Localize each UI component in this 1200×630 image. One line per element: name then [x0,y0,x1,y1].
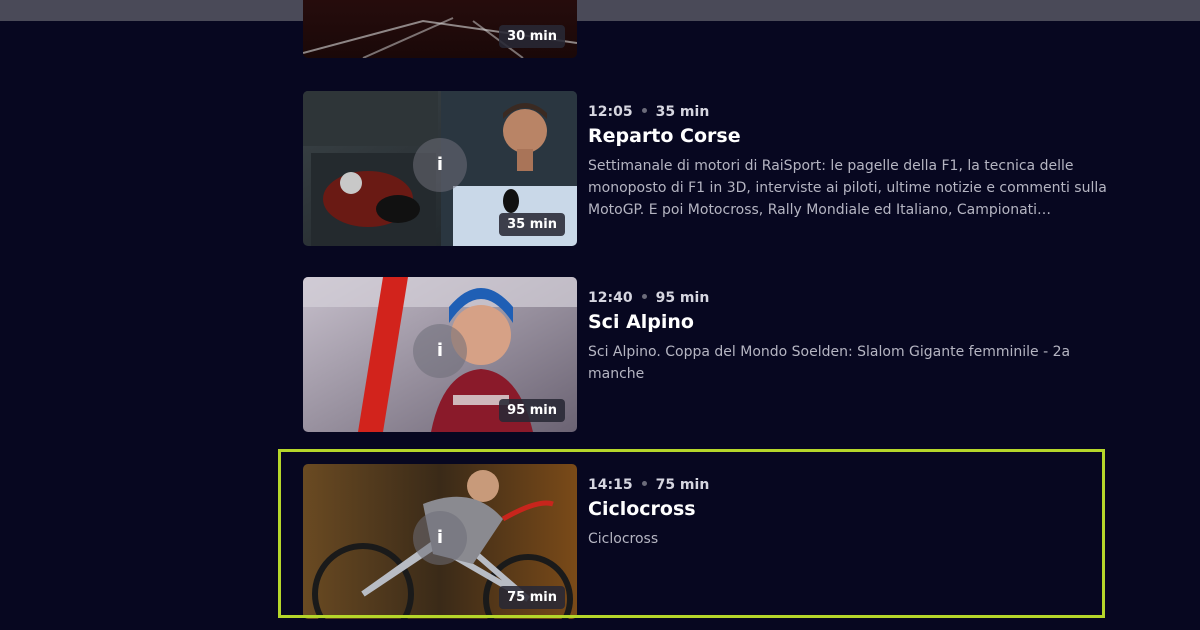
info-icon[interactable]: i [413,324,467,378]
program-title: Reparto Corse [588,125,741,147]
duration-badge: 35 min [499,213,565,236]
program-meta: 12:05 35 min [588,104,709,120]
program-thumbnail[interactable]: 30 min [303,0,577,58]
program-card-reparto-corse[interactable]: i 35 min 12:05 35 min Reparto Corse Setti… [303,91,1123,246]
info-icon[interactable]: i [413,138,467,192]
program-thumbnail[interactable]: i 35 min [303,91,577,246]
program-duration: 95 min [655,290,710,306]
program-meta: 12:40 95 min [588,290,709,306]
program-description: Sci Alpino. Coppa del Mondo Soelden: Sla… [588,344,1071,382]
separator-dot [641,294,647,299]
program-card-athletics[interactable]: 30 min [303,0,1123,58]
program-time: 12:05 [588,104,633,120]
duration-badge: 95 min [499,399,565,422]
duration-badge: 30 min [499,25,565,48]
program-thumbnail[interactable]: i 95 min [303,277,577,432]
program-time: 12:40 [588,290,633,306]
focus-highlight [278,449,1105,618]
separator-dot [641,108,647,113]
program-card-sci-alpino[interactable]: i 95 min 12:40 95 min Sci Alpino Sci Alpi… [303,277,1123,432]
program-description: Settimanale di motori di RaiSport: le pa… [588,158,1107,218]
program-duration: 35 min [655,104,710,120]
program-title: Sci Alpino [588,311,694,333]
